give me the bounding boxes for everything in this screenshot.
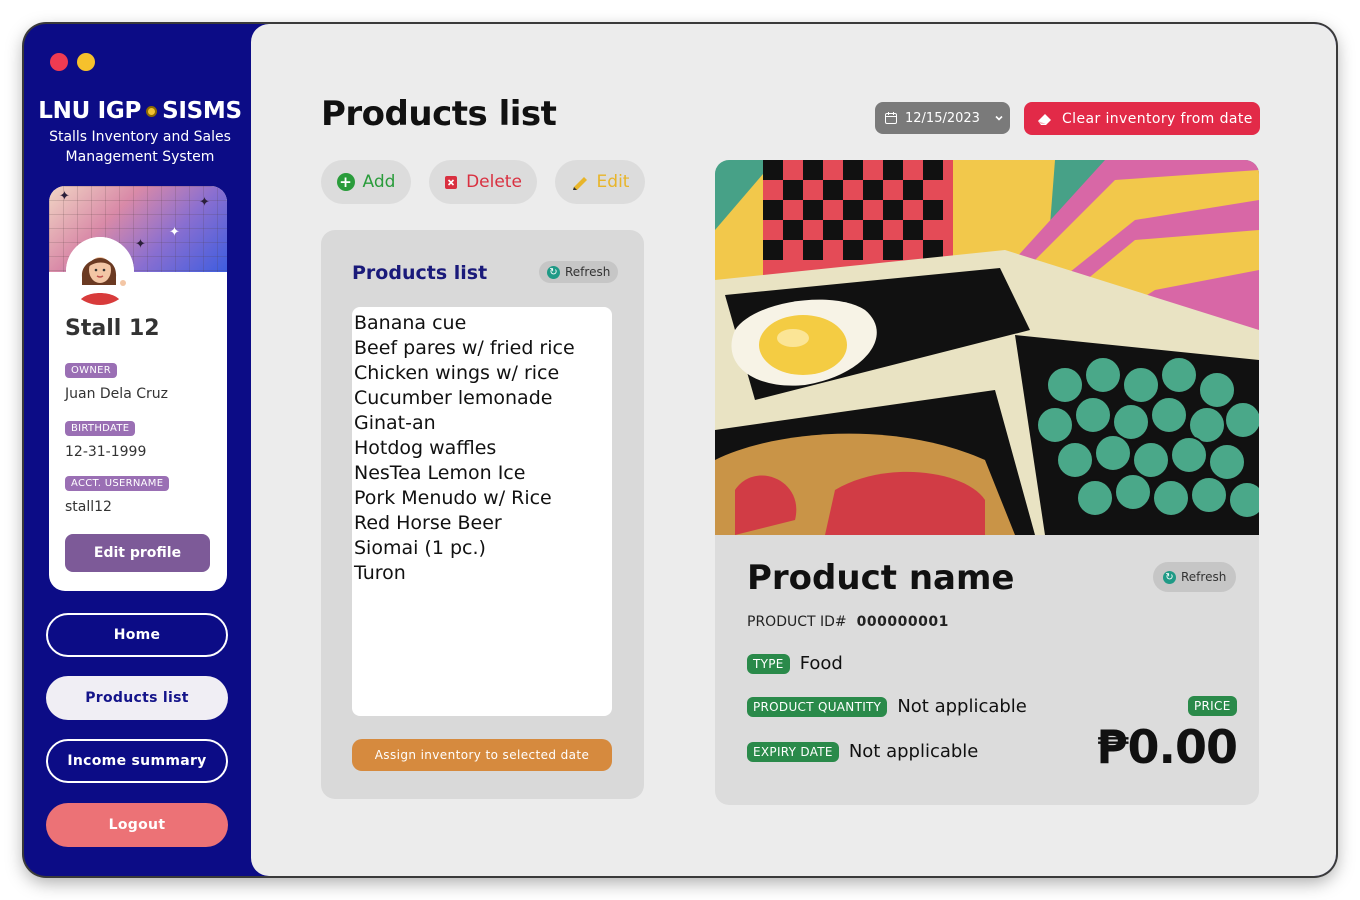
expiry-label: EXPIRY DATE [747, 741, 839, 762]
brand-subtitle-line1: Stalls Inventory and Sales [49, 129, 231, 145]
edit-profile-button[interactable]: Edit profile [65, 534, 210, 572]
logout-button[interactable]: Logout [46, 803, 228, 847]
add-label: Add [362, 172, 396, 192]
type-label: TYPE [747, 653, 790, 674]
product-id-label: PRODUCT ID# [747, 614, 847, 630]
type-row: TYPE Food [747, 653, 843, 674]
birthdate-value: 12-31-1999 [65, 444, 147, 460]
nav-home-button[interactable]: Home [46, 613, 228, 657]
quantity-value: Not applicable [897, 696, 1027, 717]
product-name: Product name [747, 558, 1015, 598]
quantity-row: PRODUCT QUANTITY Not applicable [747, 696, 1027, 717]
minimize-window-dot[interactable] [77, 53, 95, 71]
profile-card: ✦ ✦ ✦ ✦ Stall 12 OWNER Juan Dela Cruz BI… [49, 186, 227, 591]
page-title: Products list [321, 94, 557, 134]
product-id-row: PRODUCT ID# 000000001 [747, 614, 949, 630]
list-item[interactable]: Ginat-an [354, 411, 610, 436]
products-list-panel: Products list ↻ Refresh Banana cue Beef p… [321, 230, 644, 799]
brand-subtitle-line2: Management System [65, 149, 215, 165]
nav-income-button[interactable]: Income summary [46, 739, 228, 783]
close-window-dot[interactable] [50, 53, 68, 71]
detail-refresh-label: Refresh [1181, 570, 1227, 584]
eraser-icon [1038, 113, 1051, 125]
food-tray-illustration [715, 160, 1259, 535]
list-item[interactable]: Chicken wings w/ rice [354, 361, 610, 386]
detail-refresh-button[interactable]: ↻ Refresh [1153, 562, 1237, 592]
brand-title-left: LNU IGP [38, 98, 142, 124]
edit-label: Edit [596, 172, 630, 192]
brand-title-right: SISMS [162, 98, 242, 124]
refresh-icon: ↻ [1163, 570, 1176, 584]
delete-label: Delete [466, 172, 522, 192]
sparkle-icon: ✦ [169, 225, 180, 240]
list-item[interactable]: Banana cue [354, 311, 610, 336]
plus-circle-icon: + [336, 173, 355, 191]
list-item[interactable]: Beef pares w/ fried rice [354, 336, 610, 361]
avatar [66, 237, 134, 305]
quantity-label: PRODUCT QUANTITY [747, 696, 888, 717]
list-item[interactable]: Turon [354, 561, 610, 586]
username-label: ACCT. USERNAME [65, 476, 170, 491]
date-value: 12/15/2023 [905, 110, 980, 126]
price-value: ₱0.00 [1096, 720, 1238, 774]
list-item[interactable]: Cucumber lemonade [354, 386, 610, 411]
type-value: Food [799, 653, 843, 674]
brand: LNU IGP SISMS Stalls Inventory and Sales… [24, 98, 256, 167]
main-content: Products list 12/15/2023 Clear inventory… [251, 24, 1336, 876]
brand-logo-icon [146, 105, 158, 117]
list-item[interactable]: Hotdog waffles [354, 436, 610, 461]
nav-products-button[interactable]: Products list [46, 676, 228, 720]
stall-name: Stall 12 [65, 316, 160, 341]
products-list-title: Products list [352, 262, 488, 284]
sparkle-icon: ✦ [199, 195, 210, 210]
trash-icon [445, 176, 458, 189]
refresh-icon: ↻ [547, 265, 560, 279]
brand-subtitle: Stalls Inventory and Sales Management Sy… [24, 127, 256, 167]
sparkle-icon: ✦ [135, 237, 146, 252]
app-window: LNU IGP SISMS Stalls Inventory and Sales… [24, 24, 1336, 876]
expiry-row: EXPIRY DATE Not applicable [747, 741, 978, 762]
owner-label: OWNER [65, 363, 118, 378]
brand-title: LNU IGP SISMS [24, 98, 256, 124]
delete-button[interactable]: Delete [429, 160, 537, 204]
list-item[interactable]: NesTea Lemon Ice [354, 461, 610, 486]
clear-inventory-label: Clear inventory from date [1062, 110, 1253, 127]
products-listbox[interactable]: Banana cue Beef pares w/ fried rice Chicke… [352, 307, 612, 716]
list-item[interactable]: Red Horse Beer [354, 511, 610, 536]
expiry-value: Not applicable [848, 741, 979, 762]
sidebar: LNU IGP SISMS Stalls Inventory and Sales… [24, 24, 252, 876]
add-button[interactable]: + Add [321, 160, 411, 204]
birthdate-label: BIRTHDATE [65, 421, 136, 436]
username-value: stall12 [65, 499, 112, 515]
product-id-value: 000000001 [856, 614, 949, 630]
chevron-down-icon [995, 115, 1003, 121]
list-item[interactable]: Pork Menudo w/ Rice [354, 486, 610, 511]
product-detail-card: Product name ↻ Refresh PRODUCT ID# 00000… [715, 160, 1259, 805]
calendar-icon [885, 112, 897, 124]
pencil-icon [572, 177, 587, 190]
assign-inventory-button[interactable]: Assign inventory to selected date [352, 739, 612, 771]
list-refresh-label: Refresh [565, 265, 611, 279]
clear-inventory-button[interactable]: Clear inventory from date [1024, 102, 1260, 135]
owner-value: Juan Dela Cruz [65, 386, 168, 402]
woman-avatar-icon [66, 237, 134, 305]
date-picker[interactable]: 12/15/2023 [875, 102, 1010, 134]
list-refresh-button[interactable]: ↻ Refresh [539, 261, 619, 283]
list-item[interactable]: Siomai (1 pc.) [354, 536, 610, 561]
edit-button[interactable]: Edit [555, 160, 645, 204]
price-label: PRICE [1188, 696, 1237, 716]
sparkle-icon: ✦ [59, 189, 70, 204]
